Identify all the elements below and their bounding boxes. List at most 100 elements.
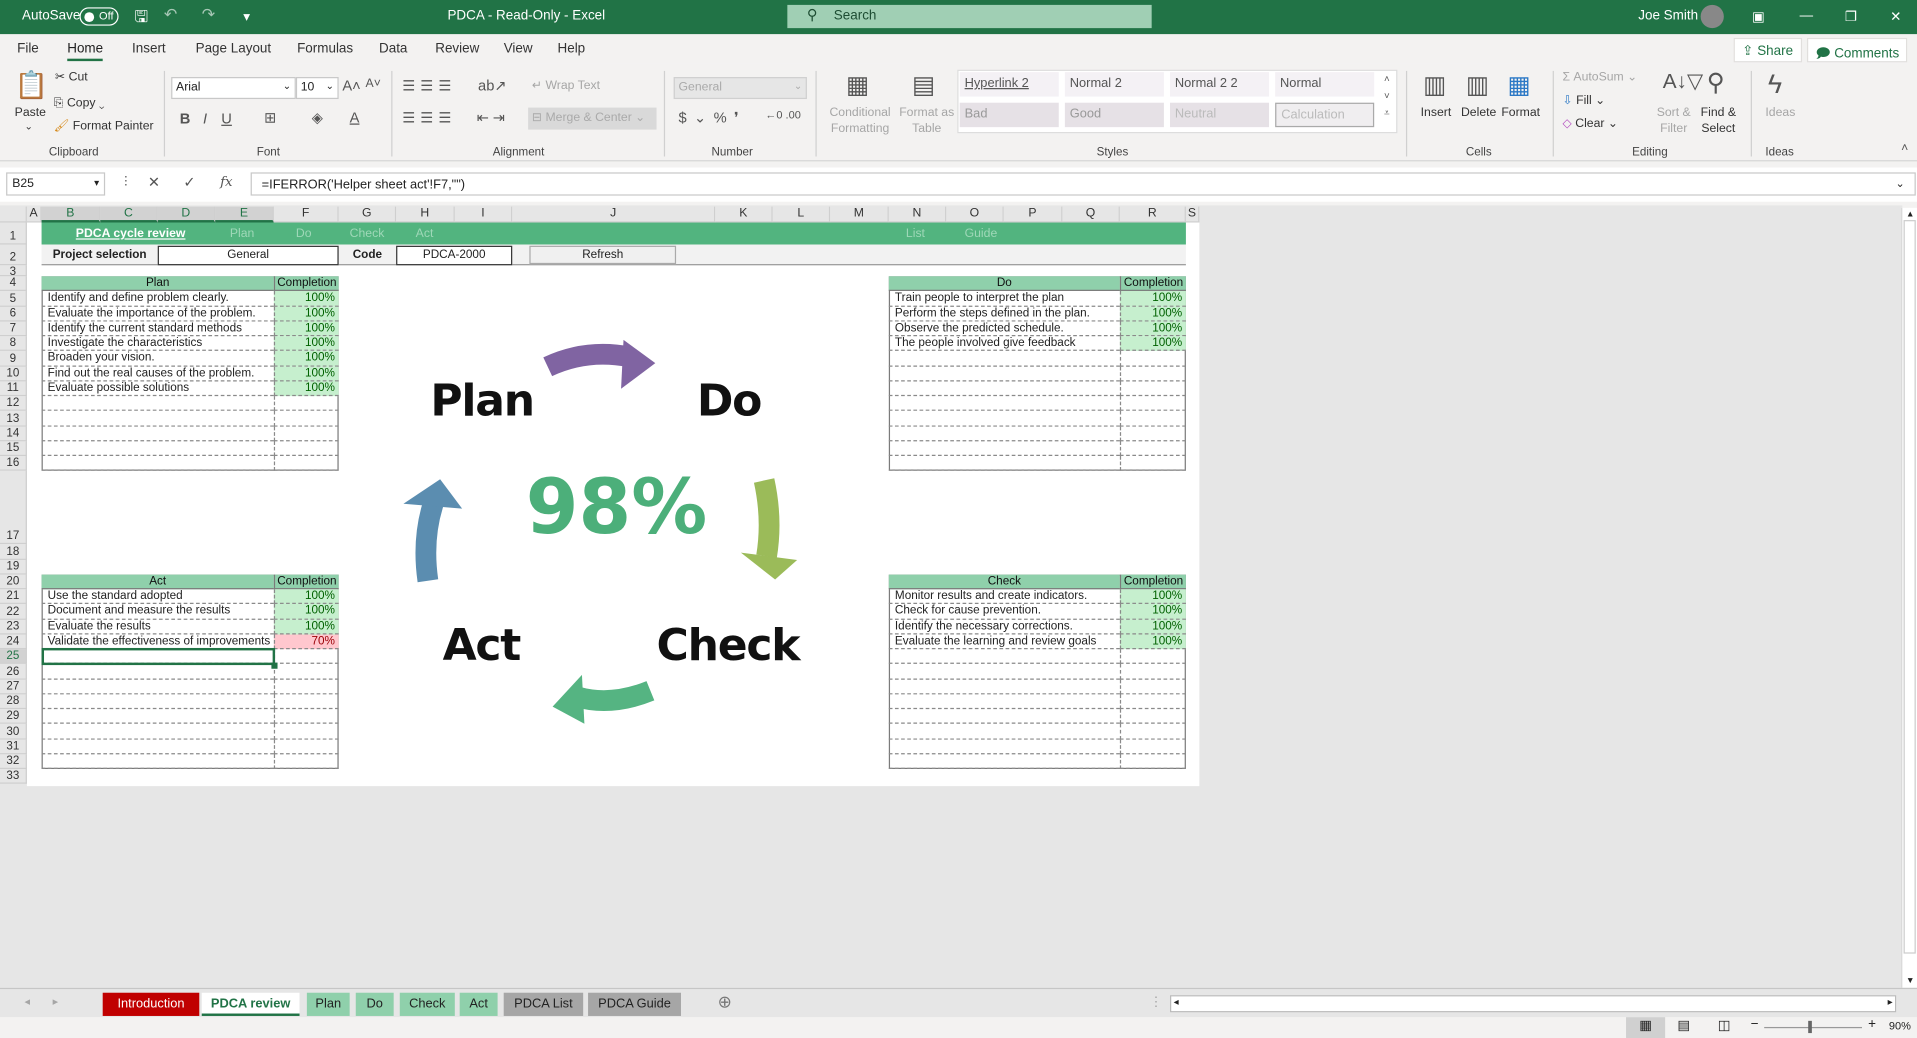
bold-icon[interactable]: B (180, 110, 191, 127)
scroll-left-icon[interactable]: ◂ (1174, 996, 1179, 1007)
select-all-corner[interactable] (0, 206, 27, 223)
sheet-tab-do[interactable]: Do (355, 992, 394, 1016)
undo-icon[interactable]: ↶ (164, 5, 177, 25)
column-header-D[interactable]: D (157, 206, 216, 223)
table-row-completion[interactable] (273, 456, 339, 471)
column-header-P[interactable]: P (1003, 206, 1063, 223)
style-good[interactable]: Good (1064, 102, 1164, 128)
ideas-button[interactable]: Ideas (1765, 106, 1795, 119)
table-row-task[interactable]: Monitor results and create indicators. (888, 589, 1120, 605)
row-header-14[interactable]: 14 (0, 426, 27, 442)
column-header-R[interactable]: R (1119, 206, 1186, 223)
insert-cells-icon[interactable]: ▥ (1423, 70, 1446, 101)
increase-font-icon[interactable]: A˄ (342, 77, 360, 94)
customize-toolbar-icon[interactable]: ▾ (243, 9, 250, 25)
table-row-task[interactable] (888, 694, 1120, 710)
row-header-6[interactable]: 6 (0, 306, 27, 322)
table-row-completion[interactable]: 100% (273, 366, 339, 382)
column-header-J[interactable]: J (512, 206, 716, 223)
table-row-completion[interactable]: 100% (1119, 336, 1186, 352)
table-row-task[interactable] (41, 441, 274, 457)
vertical-align-icons[interactable]: ☰☰☰ (402, 77, 456, 94)
table-row-task[interactable] (888, 411, 1120, 427)
table-row-completion[interactable]: 100% (273, 336, 339, 352)
table-row-completion[interactable]: 100% (273, 351, 339, 367)
table-row-task[interactable] (41, 396, 274, 412)
paste-chevron-icon[interactable]: ⌄ (24, 121, 32, 132)
clear-button[interactable]: ◇ Clear ⌄ (1562, 117, 1618, 130)
sheet-tab-introduction[interactable]: Introduction (102, 992, 200, 1016)
number-format-select[interactable]: General ⌄ (673, 77, 807, 100)
table-row-task[interactable] (41, 411, 274, 427)
format-painter-button[interactable]: 🖌 Format Painter (54, 120, 154, 133)
sheet-tab-pdca-list[interactable]: PDCA List (503, 992, 584, 1016)
table-row-completion[interactable]: 100% (273, 291, 339, 307)
row-header-24[interactable]: 24 (0, 634, 27, 650)
fill-button[interactable]: ⇩ Fill ⌄ (1562, 94, 1605, 107)
table-row-completion[interactable] (273, 754, 339, 770)
table-row-completion[interactable] (1119, 649, 1186, 665)
minimize-icon[interactable]: — (1800, 9, 1813, 24)
row-header-7[interactable]: 7 (0, 321, 27, 337)
style-calculation[interactable]: Calculation (1275, 102, 1375, 128)
table-row-completion[interactable]: 100% (273, 589, 339, 605)
table-row-completion[interactable] (1119, 426, 1186, 442)
column-header-S[interactable]: S (1185, 206, 1200, 223)
autosum-button[interactable]: Σ AutoSum ⌄ (1562, 71, 1637, 84)
refresh-button[interactable]: Refresh (529, 245, 677, 265)
nav-link-act[interactable]: Act (416, 227, 434, 240)
next-sheet-icon[interactable]: ▸ (53, 995, 59, 1008)
table-row-task[interactable] (41, 456, 274, 471)
row-header-17[interactable]: 17 (0, 470, 27, 545)
table-row-task[interactable] (888, 366, 1120, 382)
sort-filter-icon[interactable]: A↓▽ (1663, 70, 1703, 94)
format-button[interactable]: Format (1501, 106, 1540, 119)
nav-link-do[interactable]: Do (296, 227, 312, 240)
split-handle[interactable]: ⋮ (1149, 994, 1162, 1010)
column-header-C[interactable]: C (100, 206, 158, 223)
find-select-button[interactable]: Find & Select (1696, 105, 1741, 137)
row-header-21[interactable]: 21 (0, 589, 27, 605)
scroll-right-icon[interactable]: ▸ (1888, 996, 1893, 1007)
table-row-completion[interactable]: 100% (1119, 619, 1186, 635)
style-hyperlink-2[interactable]: Hyperlink 2 (959, 72, 1059, 97)
tab-view[interactable]: View (504, 42, 533, 57)
table-row-task[interactable]: Check for cause prevention. (888, 604, 1120, 620)
format-cells-icon[interactable]: ▦ (1507, 70, 1530, 101)
table-row-task[interactable]: The people involved give feedback (888, 336, 1120, 352)
table-row-completion[interactable]: 100% (273, 306, 339, 322)
format-as-table-icon[interactable]: ▤ (912, 70, 935, 101)
column-header-H[interactable]: H (396, 206, 455, 223)
row-header-28[interactable]: 28 (0, 694, 27, 710)
table-row-task[interactable] (888, 724, 1120, 740)
table-row-completion[interactable]: 100% (1119, 306, 1186, 322)
table-row-completion[interactable] (273, 411, 339, 427)
table-row-completion[interactable] (1119, 381, 1186, 397)
style-bad[interactable]: Bad (959, 102, 1059, 128)
table-row-task[interactable]: Find out the real causes of the problem. (41, 366, 274, 382)
table-row-completion[interactable]: 100% (1119, 589, 1186, 605)
row-header-1[interactable]: 1 (0, 222, 27, 245)
collapse-ribbon-icon[interactable]: ˄ (1901, 142, 1908, 155)
currency-percent-comma-icons[interactable]: $⌄%❜ (679, 109, 747, 126)
table-row-completion[interactable]: 100% (273, 619, 339, 635)
normal-view-icon[interactable]: ▦ (1626, 1017, 1666, 1038)
formula-bar-options-icon[interactable]: ⋮ (120, 175, 132, 188)
table-row-completion[interactable] (1119, 411, 1186, 427)
code-field[interactable]: PDCA-2000 (396, 245, 513, 266)
tab-data[interactable]: Data (379, 42, 407, 57)
row-header-18[interactable]: 18 (0, 544, 27, 560)
autosave-toggle[interactable]: Off (79, 7, 119, 26)
row-header-16[interactable]: 16 (0, 456, 27, 471)
table-row-task[interactable]: Identify the current standard methods (41, 321, 274, 337)
column-header-M[interactable]: M (830, 206, 889, 223)
project-selection-field[interactable]: General (157, 245, 339, 266)
table-row-completion[interactable] (273, 426, 339, 442)
column-header-G[interactable]: G (338, 206, 397, 223)
row-header-25[interactable]: 25 (0, 649, 27, 665)
table-row-completion[interactable] (273, 441, 339, 457)
table-row-task[interactable] (41, 664, 274, 680)
table-row-completion[interactable]: 70% (273, 634, 339, 650)
style-neutral[interactable]: Neutral (1170, 102, 1270, 128)
table-row-task[interactable]: Identify the necessary corrections. (888, 619, 1120, 635)
